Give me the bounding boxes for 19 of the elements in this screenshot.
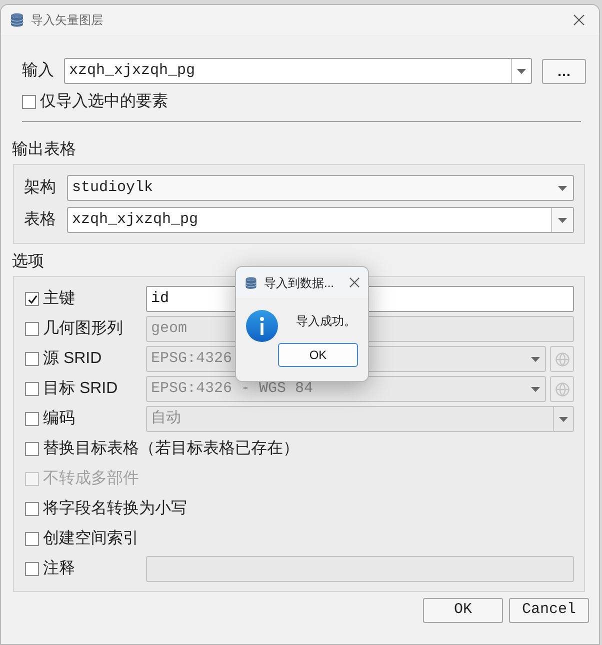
- checkbox-label: 几何图形列: [43, 319, 123, 339]
- input-label: 输入: [22, 60, 55, 81]
- window-title: 导入矢量图层: [31, 12, 103, 29]
- checkbox-label: 编码: [43, 408, 75, 429]
- message-text: 导入成功。: [296, 313, 356, 330]
- section-title: 选项: [12, 252, 45, 272]
- checkbox-label: 源 SRID: [43, 349, 102, 369]
- checkbox-label: 仅导入选中的要素: [40, 92, 168, 112]
- section-title: 输出表格: [12, 140, 77, 160]
- message-title: 导入到数据...: [264, 274, 334, 292]
- checkbox-label: 注释: [43, 558, 75, 579]
- checkbox-label: 目标 SRID: [43, 379, 118, 399]
- checkbox-label: 不转成多部件: [43, 468, 139, 489]
- checkbox-label: 主键: [43, 288, 75, 309]
- field-label: 架构: [24, 178, 57, 198]
- checkbox-label: 创建空间索引: [43, 528, 139, 549]
- field-label: 表格: [24, 210, 57, 230]
- checkbox-label: 替换目标表格（若目标表格已存在）: [43, 438, 299, 459]
- checkbox-label: 将字段名转换为小写: [43, 498, 187, 519]
